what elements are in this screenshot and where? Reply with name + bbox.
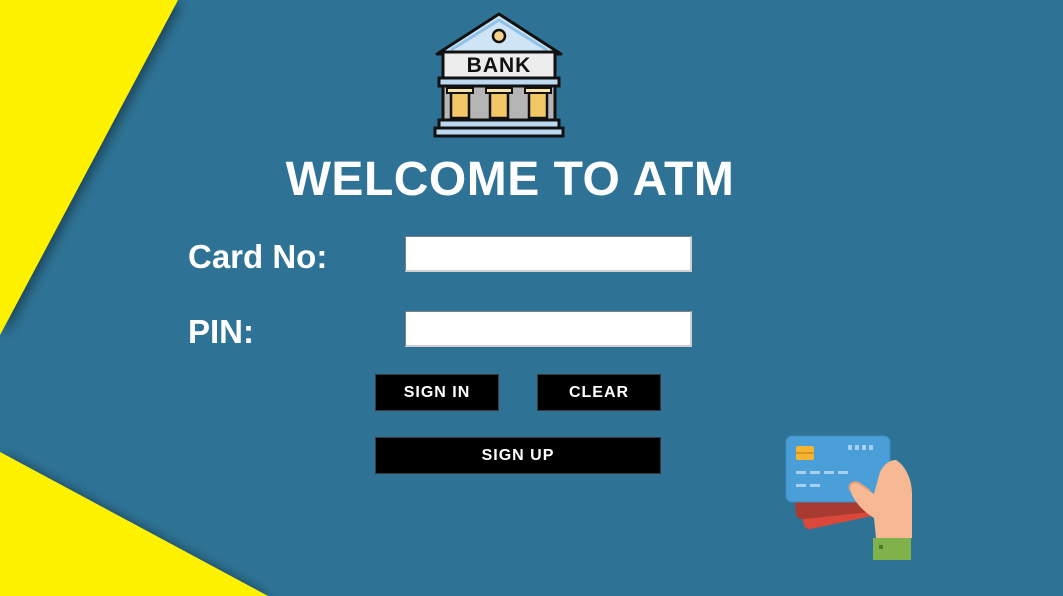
bank-building-icon: BANK: [433, 12, 565, 138]
card-number-label: Card No:: [188, 238, 328, 275]
sign-in-button[interactable]: SIGN IN: [375, 374, 499, 411]
yellow-corner-bottom-left: [0, 452, 268, 596]
pin-label: PIN:: [188, 313, 254, 350]
page-title: WELCOME TO ATM: [285, 153, 735, 206]
hand-holding-cards-icon: [785, 435, 912, 560]
sign-up-button[interactable]: SIGN UP: [375, 437, 661, 474]
bank-sign-text: BANK: [467, 54, 532, 77]
card-number-input[interactable]: [405, 236, 692, 272]
clear-button[interactable]: CLEAR: [537, 374, 661, 411]
pin-input[interactable]: [405, 311, 692, 347]
